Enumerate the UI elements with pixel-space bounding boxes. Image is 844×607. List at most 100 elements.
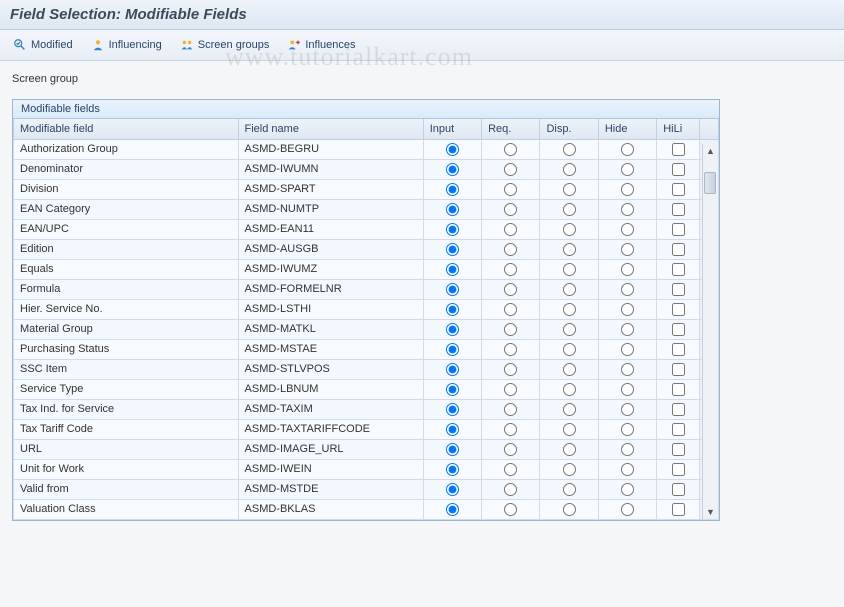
checkbox-hili[interactable] [672,483,685,496]
radio-disp[interactable] [563,423,576,436]
radio-hide[interactable] [621,203,634,216]
radio-hide[interactable] [621,363,634,376]
radio-hide[interactable] [621,463,634,476]
radio-hide[interactable] [621,443,634,456]
cell-modifiable-field[interactable]: Service Type [14,379,239,399]
cell-modifiable-field[interactable]: Division [14,179,239,199]
radio-input[interactable] [446,303,459,316]
screen-groups-button[interactable]: Screen groups [175,34,281,56]
radio-input[interactable] [446,203,459,216]
checkbox-hili[interactable] [672,223,685,236]
col-hili[interactable]: HiLi [657,119,700,139]
cell-field-name[interactable]: ASMD-STLVPOS [238,359,423,379]
scroll-down-arrow-icon[interactable]: ▼ [704,505,718,519]
scroll-up-arrow-icon[interactable]: ▲ [704,144,718,158]
cell-field-name[interactable]: ASMD-TAXTARIFFCODE [238,419,423,439]
cell-modifiable-field[interactable]: Hier. Service No. [14,299,239,319]
col-req[interactable]: Req. [482,119,540,139]
checkbox-hili[interactable] [672,503,685,516]
cell-field-name[interactable]: ASMD-IMAGE_URL [238,439,423,459]
radio-input[interactable] [446,183,459,196]
col-input[interactable]: Input [423,119,481,139]
cell-field-name[interactable]: ASMD-MSTAE [238,339,423,359]
radio-hide[interactable] [621,143,634,156]
radio-input[interactable] [446,223,459,236]
radio-disp[interactable] [563,503,576,516]
radio-disp[interactable] [563,163,576,176]
checkbox-hili[interactable] [672,423,685,436]
radio-input[interactable] [446,143,459,156]
radio-input[interactable] [446,263,459,276]
cell-modifiable-field[interactable]: Unit for Work [14,459,239,479]
cell-field-name[interactable]: ASMD-IWEIN [238,459,423,479]
radio-req[interactable] [504,163,517,176]
cell-modifiable-field[interactable]: Valuation Class [14,499,239,519]
radio-disp[interactable] [563,223,576,236]
radio-req[interactable] [504,323,517,336]
radio-req[interactable] [504,423,517,436]
radio-disp[interactable] [563,363,576,376]
radio-disp[interactable] [563,343,576,356]
radio-input[interactable] [446,243,459,256]
radio-disp[interactable] [563,443,576,456]
radio-hide[interactable] [621,403,634,416]
radio-hide[interactable] [621,243,634,256]
cell-field-name[interactable]: ASMD-MATKL [238,319,423,339]
radio-input[interactable] [446,163,459,176]
cell-modifiable-field[interactable]: URL [14,439,239,459]
cell-modifiable-field[interactable]: Tax Ind. for Service [14,399,239,419]
checkbox-hili[interactable] [672,343,685,356]
col-modifiable-field[interactable]: Modifiable field [14,119,239,139]
radio-req[interactable] [504,383,517,396]
radio-disp[interactable] [563,403,576,416]
radio-disp[interactable] [563,303,576,316]
cell-modifiable-field[interactable]: Valid from [14,479,239,499]
cell-field-name[interactable]: ASMD-IWUMN [238,159,423,179]
checkbox-hili[interactable] [672,163,685,176]
radio-input[interactable] [446,323,459,336]
col-field-name[interactable]: Field name [238,119,423,139]
radio-hide[interactable] [621,283,634,296]
radio-disp[interactable] [563,243,576,256]
col-hide[interactable]: Hide [598,119,656,139]
cell-field-name[interactable]: ASMD-AUSGB [238,239,423,259]
radio-hide[interactable] [621,503,634,516]
cell-modifiable-field[interactable]: Formula [14,279,239,299]
modified-button[interactable]: Modified [8,34,84,56]
influences-button[interactable]: Influences [282,34,366,56]
radio-req[interactable] [504,343,517,356]
radio-disp[interactable] [563,283,576,296]
radio-input[interactable] [446,443,459,456]
influencing-button[interactable]: Influencing [86,34,173,56]
cell-field-name[interactable]: ASMD-EAN11 [238,219,423,239]
radio-disp[interactable] [563,203,576,216]
radio-hide[interactable] [621,483,634,496]
radio-req[interactable] [504,263,517,276]
radio-req[interactable] [504,143,517,156]
checkbox-hili[interactable] [672,323,685,336]
radio-req[interactable] [504,463,517,476]
radio-req[interactable] [504,283,517,296]
cell-field-name[interactable]: ASMD-MSTDE [238,479,423,499]
radio-req[interactable] [504,503,517,516]
col-disp[interactable]: Disp. [540,119,598,139]
cell-modifiable-field[interactable]: SSC Item [14,359,239,379]
radio-hide[interactable] [621,183,634,196]
cell-field-name[interactable]: ASMD-SPART [238,179,423,199]
cell-modifiable-field[interactable]: Tax Tariff Code [14,419,239,439]
cell-modifiable-field[interactable]: Authorization Group [14,139,239,159]
checkbox-hili[interactable] [672,283,685,296]
radio-input[interactable] [446,423,459,436]
radio-req[interactable] [504,243,517,256]
radio-hide[interactable] [621,303,634,316]
radio-req[interactable] [504,443,517,456]
vertical-scrollbar[interactable]: ▲ ▼ [702,144,718,519]
checkbox-hili[interactable] [672,443,685,456]
radio-input[interactable] [446,403,459,416]
cell-field-name[interactable]: ASMD-TAXIM [238,399,423,419]
checkbox-hili[interactable] [672,203,685,216]
radio-input[interactable] [446,283,459,296]
cell-modifiable-field[interactable]: EAN Category [14,199,239,219]
cell-modifiable-field[interactable]: Equals [14,259,239,279]
checkbox-hili[interactable] [672,183,685,196]
